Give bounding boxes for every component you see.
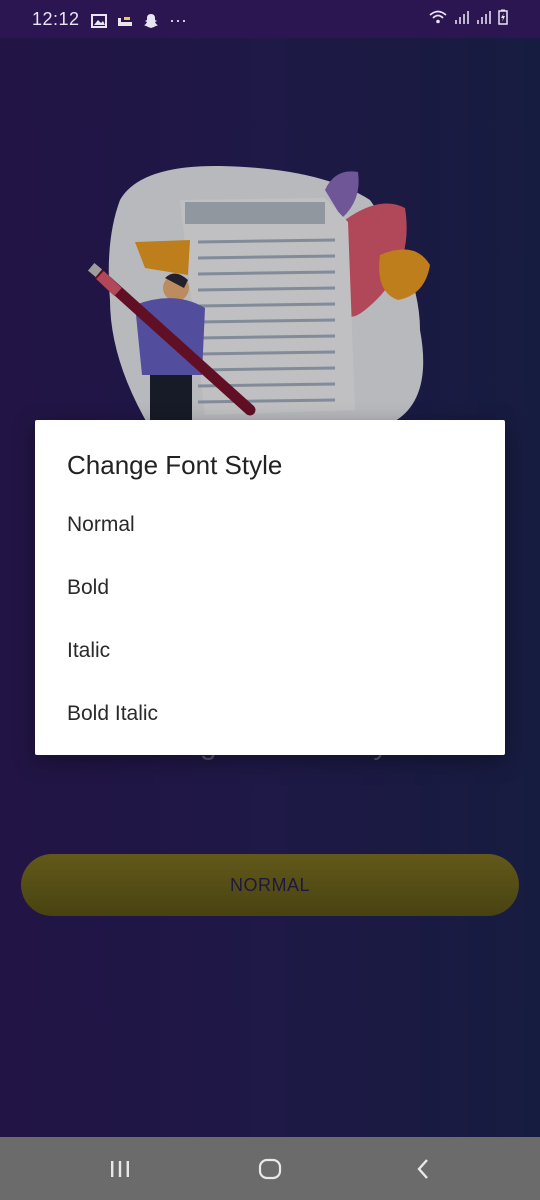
wifi-icon	[429, 10, 447, 24]
option-italic[interactable]: Italic	[35, 621, 505, 681]
status-notification-icons: ···	[91, 10, 187, 31]
status-bar: 12:12 ···	[0, 0, 540, 38]
signal-icon	[477, 11, 491, 24]
sleep-icon	[118, 16, 132, 26]
option-normal[interactable]: Normal	[35, 495, 505, 555]
navigation-bar	[0, 1137, 540, 1200]
recent-apps-icon	[111, 1161, 129, 1177]
back-button[interactable]	[405, 1151, 441, 1187]
home-button[interactable]	[252, 1151, 288, 1187]
battery-charging-icon	[498, 9, 508, 25]
recent-apps-button[interactable]	[102, 1151, 138, 1187]
font-style-dialog: Change Font Style Normal Bold Italic Bol…	[35, 420, 505, 755]
signal-icon	[455, 11, 469, 24]
dialog-title: Change Font Style	[67, 450, 283, 480]
more-notifications-dots: ···	[169, 10, 187, 30]
status-system-icons	[428, 9, 508, 25]
home-icon	[258, 1158, 282, 1180]
snapchat-icon	[144, 13, 158, 28]
image-icon	[91, 13, 107, 28]
app-screen: 12:12 ··· NORMAL Change Font Style Norma…	[0, 0, 540, 1200]
back-icon	[417, 1159, 428, 1179]
option-bold[interactable]: Bold	[35, 558, 505, 618]
status-time: 12:12	[32, 9, 80, 29]
option-bold-italic[interactable]: Bold Italic	[35, 684, 505, 744]
